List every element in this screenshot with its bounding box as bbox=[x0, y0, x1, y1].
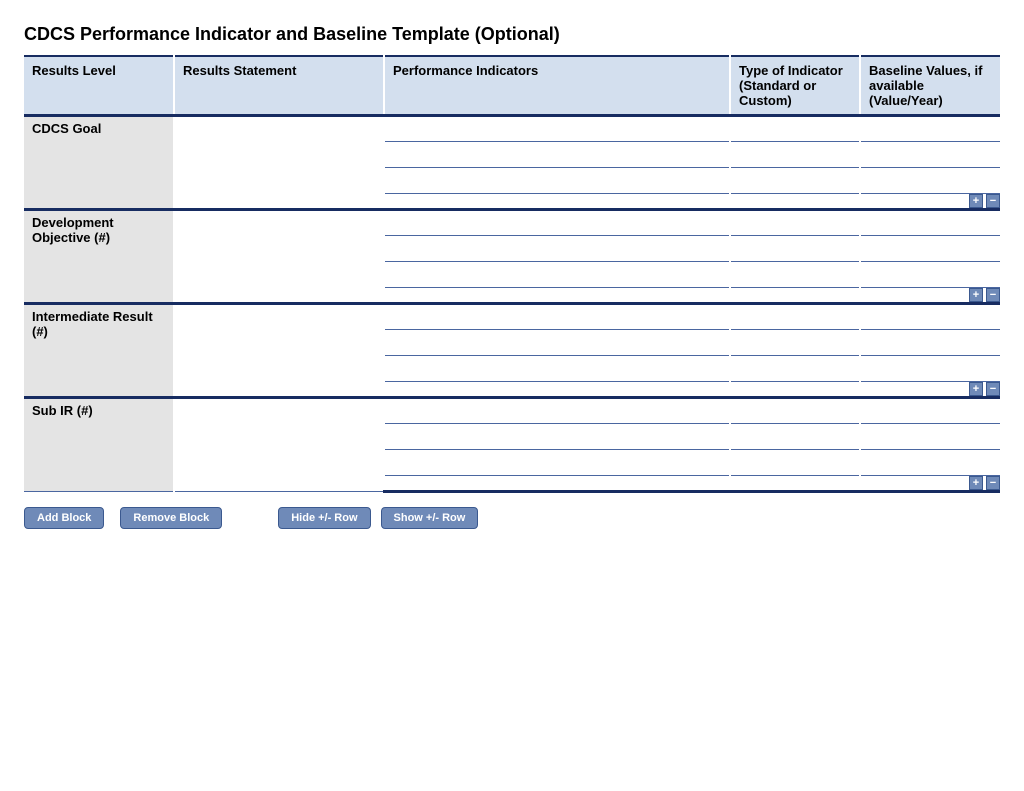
statement-cell[interactable] bbox=[174, 116, 384, 210]
statement-cell[interactable] bbox=[174, 210, 384, 304]
type-cell[interactable] bbox=[730, 398, 860, 424]
indicator-cell[interactable] bbox=[384, 304, 730, 330]
add-row-button[interactable]: + bbox=[969, 194, 983, 208]
baseline-cell[interactable] bbox=[860, 142, 1000, 168]
level-label: Development Objective (#) bbox=[24, 210, 174, 304]
type-cell[interactable] bbox=[730, 116, 860, 142]
type-cell[interactable] bbox=[730, 210, 860, 236]
remove-row-button[interactable]: − bbox=[986, 288, 1000, 302]
level-label: CDCS Goal bbox=[24, 116, 174, 210]
type-cell[interactable] bbox=[730, 142, 860, 168]
indicator-cell[interactable] bbox=[384, 330, 730, 356]
baseline-cell[interactable] bbox=[860, 304, 1000, 330]
level-label: Intermediate Result (#) bbox=[24, 304, 174, 398]
col-baseline-values: Baseline Values, if available (Value/Yea… bbox=[860, 56, 1000, 116]
indicator-cell[interactable] bbox=[384, 424, 730, 450]
baseline-cell[interactable] bbox=[860, 356, 1000, 382]
add-row-button[interactable]: + bbox=[969, 476, 983, 490]
statement-cell[interactable] bbox=[174, 398, 384, 492]
indicator-cell[interactable] bbox=[384, 236, 730, 262]
indicator-cell[interactable] bbox=[384, 142, 730, 168]
indicator-cell[interactable] bbox=[384, 168, 730, 194]
baseline-cell[interactable] bbox=[860, 168, 1000, 194]
baseline-cell[interactable] bbox=[860, 450, 1000, 476]
type-cell[interactable] bbox=[730, 330, 860, 356]
type-cell[interactable] bbox=[730, 236, 860, 262]
remove-row-button[interactable]: − bbox=[986, 382, 1000, 396]
baseline-cell[interactable] bbox=[860, 236, 1000, 262]
type-cell[interactable] bbox=[730, 450, 860, 476]
col-results-level: Results Level bbox=[24, 56, 174, 116]
col-type-indicator: Type of Indicator (Standard or Custom) bbox=[730, 56, 860, 116]
table-row: Intermediate Result (#) bbox=[24, 304, 1000, 330]
indicator-table: Results Level Results Statement Performa… bbox=[24, 55, 1000, 493]
remove-row-button[interactable]: − bbox=[986, 476, 1000, 490]
type-cell[interactable] bbox=[730, 424, 860, 450]
indicator-cell[interactable] bbox=[384, 356, 730, 382]
baseline-cell[interactable] bbox=[860, 330, 1000, 356]
baseline-cell[interactable] bbox=[860, 262, 1000, 288]
statement-cell[interactable] bbox=[174, 304, 384, 398]
add-block-button[interactable]: Add Block bbox=[24, 507, 104, 529]
baseline-cell[interactable] bbox=[860, 424, 1000, 450]
level-label: Sub IR (#) bbox=[24, 398, 174, 492]
indicator-cell[interactable] bbox=[384, 210, 730, 236]
indicator-cell[interactable] bbox=[384, 116, 730, 142]
indicator-cell[interactable] bbox=[384, 262, 730, 288]
baseline-cell[interactable] bbox=[860, 210, 1000, 236]
type-cell[interactable] bbox=[730, 304, 860, 330]
baseline-cell[interactable] bbox=[860, 398, 1000, 424]
remove-row-button[interactable]: − bbox=[986, 194, 1000, 208]
table-row: Development Objective (#) bbox=[24, 210, 1000, 236]
page-title: CDCS Performance Indicator and Baseline … bbox=[24, 24, 1000, 45]
toolbar: Add Block Remove Block Hide +/- Row Show… bbox=[24, 507, 1000, 529]
add-row-button[interactable]: + bbox=[969, 382, 983, 396]
indicator-cell[interactable] bbox=[384, 398, 730, 424]
col-results-statement: Results Statement bbox=[174, 56, 384, 116]
indicator-cell[interactable] bbox=[384, 450, 730, 476]
add-row-button[interactable]: + bbox=[969, 288, 983, 302]
col-performance-ind: Performance Indicators bbox=[384, 56, 730, 116]
remove-block-button[interactable]: Remove Block bbox=[120, 507, 222, 529]
table-row: Sub IR (#) bbox=[24, 398, 1000, 424]
baseline-cell[interactable] bbox=[860, 116, 1000, 142]
table-row: CDCS Goal bbox=[24, 116, 1000, 142]
hide-row-button[interactable]: Hide +/- Row bbox=[278, 507, 370, 529]
type-cell[interactable] bbox=[730, 262, 860, 288]
type-cell[interactable] bbox=[730, 356, 860, 382]
show-row-button[interactable]: Show +/- Row bbox=[381, 507, 479, 529]
type-cell[interactable] bbox=[730, 168, 860, 194]
